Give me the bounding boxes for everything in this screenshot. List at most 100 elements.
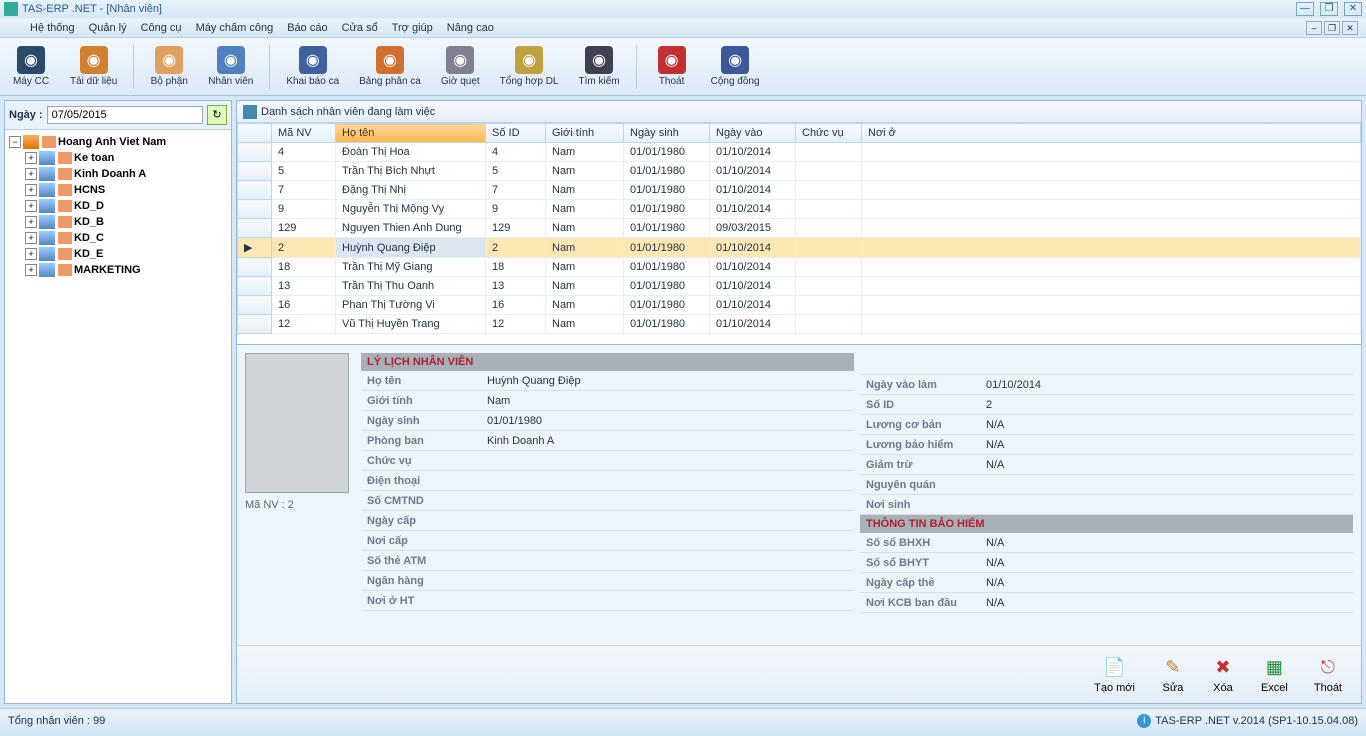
detail-row: Ngày cấp thẻN/A xyxy=(860,573,1353,593)
minimize-button[interactable]: — xyxy=(1296,2,1314,16)
employee-id-label: Mã NV : 2 xyxy=(245,499,353,511)
table-row[interactable]: 4Đoàn Thị Hoa4Nam01/01/198001/10/2014 xyxy=(238,143,1361,162)
toolbar-cộng-đồng[interactable]: ◉Cộng đồng xyxy=(705,44,766,89)
app-icon xyxy=(4,2,18,16)
detail-row: Nơi sinh xyxy=(860,495,1353,515)
menu-quan-ly[interactable]: Quản lý xyxy=(89,22,127,34)
detail-row: Lương cơ bảnN/A xyxy=(860,415,1353,435)
detail-row: Nguyên quán xyxy=(860,475,1353,495)
menu-cua-so[interactable]: Cửa sổ xyxy=(342,22,378,34)
action-thoát[interactable]: ⎋Thoát xyxy=(1303,651,1353,699)
detail-row: Phòng banKinh Doanh A xyxy=(361,431,854,451)
toolbar-nhân-viên[interactable]: ◉Nhân viên xyxy=(202,44,259,89)
table-row[interactable]: 18Trần Thị Mỹ Giang18Nam01/01/198001/10/… xyxy=(238,258,1361,277)
mdi-close[interactable]: ✕ xyxy=(1342,21,1358,35)
detail-row: Ngày cấp xyxy=(361,511,854,531)
department-tree[interactable]: −Hoang Anh Viet Nam+Ke toan+Kinh Doanh A… xyxy=(5,130,231,703)
table-row[interactable]: 5Trần Thị Bích Nhựt5Nam01/01/198001/10/2… xyxy=(238,162,1361,181)
mdi-restore[interactable]: ❐ xyxy=(1324,21,1340,35)
tree-node[interactable]: +HCNS xyxy=(9,182,227,198)
action-bar: 📄Tạo mới✎Sửa✖Xóa▦Excel⎋Thoát xyxy=(237,645,1361,703)
right-panel: Danh sách nhân viên đang làm việc Mã NVH… xyxy=(236,100,1362,704)
column-header[interactable]: Mã NV xyxy=(272,124,336,143)
toolbar-tìm-kiếm[interactable]: ◉Tìm kiếm xyxy=(573,44,626,89)
action-sửa[interactable]: ✎Sửa xyxy=(1150,651,1196,699)
column-header[interactable]: Giới tính xyxy=(546,124,624,143)
tree-node[interactable]: +MARKETING xyxy=(9,262,227,278)
detail-row: Ngân hàng xyxy=(361,571,854,591)
column-header[interactable]: Nơi ở xyxy=(862,124,1361,143)
left-panel: Ngày : ↻ −Hoang Anh Viet Nam+Ke toan+Kin… xyxy=(4,100,232,704)
window-title: TAS-ERP .NET - [Nhân viên] xyxy=(22,3,162,15)
tree-node[interactable]: +KD_E xyxy=(9,246,227,262)
tree-node[interactable]: +Kinh Doanh A xyxy=(9,166,227,182)
tree-node[interactable]: +KD_B xyxy=(9,214,227,230)
employee-grid[interactable]: Mã NVHọ tênSố IDGiới tínhNgày sinhNgày v… xyxy=(237,123,1361,345)
detail-header-profile: LÝ LỊCH NHÂN VIÊN xyxy=(361,353,854,371)
column-header[interactable]: Ngày sinh xyxy=(624,124,710,143)
grid-icon xyxy=(243,105,257,119)
toolbar-máy-cc[interactable]: ◉Máy CC xyxy=(6,44,56,89)
detail-row: Họ tênHuỳnh Quang Điệp xyxy=(361,371,854,391)
table-row[interactable]: 9Nguyễn Thị Mộng Vy9Nam01/01/198001/10/2… xyxy=(238,200,1361,219)
close-button[interactable]: ✕ xyxy=(1344,2,1362,16)
table-row[interactable]: 7Đặng Thị Nhị7Nam01/01/198001/10/2014 xyxy=(238,181,1361,200)
tree-node[interactable]: +KD_D xyxy=(9,198,227,214)
toolbar-tổng-hợp-dl[interactable]: ◉Tổng hợp DL xyxy=(494,44,565,89)
menu-tro-giup[interactable]: Trợ giúp xyxy=(392,22,433,34)
table-row[interactable]: 13Trần Thị Thu Oanh13Nam01/01/198001/10/… xyxy=(238,277,1361,296)
refresh-button[interactable]: ↻ xyxy=(207,105,227,125)
toolbar-giờ-quẹt[interactable]: ◉Giờ quẹt xyxy=(435,44,486,89)
action-xóa[interactable]: ✖Xóa xyxy=(1200,651,1246,699)
menu-nang-cao[interactable]: Nâng cao xyxy=(447,22,494,34)
table-row[interactable]: ▶2Huỳnh Quang Điệp2Nam01/01/198001/10/20… xyxy=(238,238,1361,258)
tree-root[interactable]: −Hoang Anh Viet Nam xyxy=(9,134,227,150)
toolbar-bộ-phận[interactable]: ◉Bộ phận xyxy=(144,44,194,89)
detail-panel: Mã NV : 2 LÝ LỊCH NHÂN VIÊNHọ tênHuỳnh Q… xyxy=(237,345,1361,645)
column-header[interactable]: Chức vụ xyxy=(796,124,862,143)
detail-row: Số sổ BHXHN/A xyxy=(860,533,1353,553)
status-bar: Tổng nhân viên : 99 i TAS-ERP .NET v.201… xyxy=(0,708,1366,732)
column-header[interactable]: Họ tên xyxy=(336,124,486,143)
detail-row: Chức vụ xyxy=(361,451,854,471)
status-employee-count: Tổng nhân viên : 99 xyxy=(8,715,105,727)
detail-row: Nơi cấp xyxy=(361,531,854,551)
toolbar-thoát[interactable]: ◉Thoát xyxy=(647,44,697,89)
toolbar-tải-dữ-liệu[interactable]: ◉Tải dữ liệu xyxy=(64,44,123,89)
detail-row: Ngày vào làm01/10/2014 xyxy=(860,375,1353,395)
detail-row: Lương bảo hiểmN/A xyxy=(860,435,1353,455)
toolbar-bảng-phân-ca[interactable]: ◉Bảng phân ca xyxy=(353,44,427,89)
title-bar: TAS-ERP .NET - [Nhân viên] — ❐ ✕ xyxy=(0,0,1366,18)
toolbar-khai-báo-ca[interactable]: ◉Khai báo ca xyxy=(280,44,345,89)
menu-bao-cao[interactable]: Báo cáo xyxy=(287,22,327,34)
tree-node[interactable]: +Ke toan xyxy=(9,150,227,166)
date-label: Ngày : xyxy=(9,109,43,121)
menu-cong-cu[interactable]: Công cụ xyxy=(141,22,182,34)
detail-header-insurance: THÔNG TIN BẢO HIỂM xyxy=(860,515,1353,533)
column-header[interactable]: Số ID xyxy=(486,124,546,143)
detail-row: Số ID2 xyxy=(860,395,1353,415)
table-row[interactable]: 16Phan Thị Tường Vi16Nam01/01/198001/10/… xyxy=(238,296,1361,315)
table-row[interactable]: 129Nguyen Thien Anh Dung129Nam01/01/1980… xyxy=(238,219,1361,238)
detail-row: Số thẻ ATM xyxy=(361,551,854,571)
employee-photo xyxy=(245,353,349,493)
grid-title: Danh sách nhân viên đang làm việc xyxy=(261,106,435,118)
info-icon: i xyxy=(1137,714,1151,728)
column-header[interactable]: Ngày vào xyxy=(710,124,796,143)
menu-may-cham-cong[interactable]: Máy chấm công xyxy=(196,22,274,34)
tree-node[interactable]: +KD_C xyxy=(9,230,227,246)
detail-row: Giảm trừN/A xyxy=(860,455,1353,475)
detail-row: Số sổ BHYTN/A xyxy=(860,553,1353,573)
menu-he-thong[interactable]: Hệ thống xyxy=(30,22,75,34)
detail-row: Nơi KCB ban đầuN/A xyxy=(860,593,1353,613)
action-excel[interactable]: ▦Excel xyxy=(1250,651,1299,699)
table-row[interactable]: 12Vũ Thị Huyền Trang12Nam01/01/198001/10… xyxy=(238,315,1361,334)
mdi-minimize[interactable]: – xyxy=(1306,21,1322,35)
detail-row: Giới tínhNam xyxy=(361,391,854,411)
date-input[interactable] xyxy=(47,106,203,124)
toolbar: ◉Máy CC◉Tải dữ liệu ◉Bộ phận◉Nhân viên ◉Kh… xyxy=(0,38,1366,96)
action-tạo-mới[interactable]: 📄Tạo mới xyxy=(1083,651,1146,699)
detail-row: Ngày sinh01/01/1980 xyxy=(361,411,854,431)
menu-bar: Hệ thống Quản lý Công cụ Máy chấm công B… xyxy=(0,18,1366,38)
maximize-button[interactable]: ❐ xyxy=(1320,2,1338,16)
